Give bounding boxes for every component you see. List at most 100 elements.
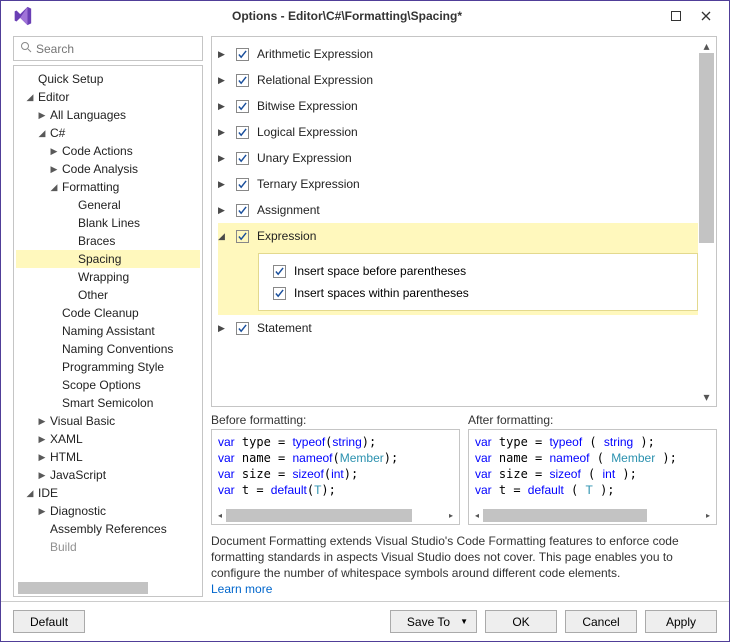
checkbox-checked-icon[interactable] — [236, 230, 249, 243]
tree-item-spacing[interactable]: Spacing — [16, 250, 200, 268]
tree-item-xaml[interactable]: ▶XAML — [16, 430, 200, 448]
expand-icon[interactable]: ▶ — [218, 179, 232, 190]
expand-icon[interactable]: ▶ — [36, 110, 48, 121]
checkbox-checked-icon[interactable] — [273, 265, 286, 278]
cancel-button[interactable]: Cancel — [565, 610, 637, 633]
option-arithmetic[interactable]: ▶Arithmetic Expression — [218, 41, 698, 67]
tree-item-programming-style[interactable]: Programming Style — [16, 358, 200, 376]
tree-item-javascript[interactable]: ▶JavaScript — [16, 466, 200, 484]
before-code: var type = typeof(string); var name = na… — [211, 429, 460, 525]
option-assignment[interactable]: ▶Assignment — [218, 197, 698, 223]
expand-icon[interactable]: ▶ — [36, 416, 48, 427]
close-button[interactable] — [691, 2, 721, 30]
preview-panels: Before formatting: var type = typeof(str… — [211, 413, 717, 525]
collapse-icon[interactable]: ◢ — [24, 488, 36, 499]
tree-item-assembly-references[interactable]: Assembly References — [16, 520, 200, 538]
tree-item-scope-options[interactable]: Scope Options — [16, 376, 200, 394]
tree-item-html[interactable]: ▶HTML — [16, 448, 200, 466]
option-ternary[interactable]: ▶Ternary Expression — [218, 171, 698, 197]
vs-logo-icon — [11, 5, 33, 27]
checkbox-checked-icon[interactable] — [236, 178, 249, 191]
after-horizontal-scrollbar[interactable]: ◂▸ — [471, 509, 714, 522]
collapse-icon[interactable]: ◢ — [36, 128, 48, 139]
option-relational[interactable]: ▶Relational Expression — [218, 67, 698, 93]
tree-item-code-cleanup[interactable]: Code Cleanup — [16, 304, 200, 322]
expand-icon[interactable]: ▶ — [218, 49, 232, 60]
expand-icon[interactable]: ▶ — [48, 146, 60, 157]
checkbox-checked-icon[interactable] — [236, 204, 249, 217]
expand-icon[interactable]: ▶ — [218, 323, 232, 334]
option-insert-before-parens[interactable]: Insert space before parentheses — [269, 260, 687, 282]
scroll-left-icon[interactable]: ◂ — [214, 511, 226, 520]
checkbox-checked-icon[interactable] — [273, 287, 286, 300]
tree-item-ide[interactable]: ◢IDE — [16, 484, 200, 502]
tree-item-other[interactable]: Other — [16, 286, 200, 304]
collapse-icon[interactable]: ◢ — [24, 92, 36, 103]
ok-button[interactable]: OK — [485, 610, 557, 633]
checkbox-checked-icon[interactable] — [236, 100, 249, 113]
tree-item-quick-setup[interactable]: Quick Setup — [16, 70, 200, 88]
option-bitwise[interactable]: ▶Bitwise Expression — [218, 93, 698, 119]
checkbox-checked-icon[interactable] — [236, 322, 249, 335]
tree-item-build[interactable]: Build — [16, 538, 200, 556]
checkbox-checked-icon[interactable] — [236, 152, 249, 165]
collapse-icon[interactable]: ◢ — [218, 231, 232, 242]
tree-item-diagnostic[interactable]: ▶Diagnostic — [16, 502, 200, 520]
option-statement[interactable]: ▶Statement — [218, 315, 698, 341]
scroll-down-icon[interactable]: ▾ — [699, 390, 714, 404]
tree-horizontal-scrollbar[interactable] — [18, 582, 186, 594]
option-logical[interactable]: ▶Logical Expression — [218, 119, 698, 145]
tree-item-blank-lines[interactable]: Blank Lines — [16, 214, 200, 232]
option-unary[interactable]: ▶Unary Expression — [218, 145, 698, 171]
apply-button[interactable]: Apply — [645, 610, 717, 633]
expand-icon[interactable]: ▶ — [218, 205, 232, 216]
option-expression[interactable]: ◢Expression — [218, 223, 698, 249]
before-horizontal-scrollbar[interactable]: ◂▸ — [214, 509, 457, 522]
options-vertical-scrollbar[interactable]: ▴ ▾ — [699, 39, 714, 404]
tree-item-csharp[interactable]: ◢C# — [16, 124, 200, 142]
scroll-right-icon[interactable]: ▸ — [445, 511, 457, 520]
default-button[interactable]: Default — [13, 610, 85, 633]
learn-more-link[interactable]: Learn more — [211, 582, 272, 596]
expand-icon[interactable]: ▶ — [36, 452, 48, 463]
scroll-right-icon[interactable]: ▸ — [702, 511, 714, 520]
expand-icon[interactable]: ▶ — [218, 75, 232, 86]
tree-item-general[interactable]: General — [16, 196, 200, 214]
expand-icon[interactable]: ▶ — [36, 470, 48, 481]
options-dialog: Options - Editor\C#\Formatting\Spacing* … — [0, 0, 730, 642]
tree-item-wrapping[interactable]: Wrapping — [16, 268, 200, 286]
expand-icon[interactable]: ▶ — [36, 506, 48, 517]
tree-item-naming-assistant[interactable]: Naming Assistant — [16, 322, 200, 340]
maximize-button[interactable] — [661, 2, 691, 30]
after-column: After formatting: var type = typeof ( st… — [468, 413, 717, 525]
expand-icon[interactable]: ▶ — [218, 127, 232, 138]
tree-item-visual-basic[interactable]: ▶Visual Basic — [16, 412, 200, 430]
tree-item-formatting[interactable]: ◢Formatting — [16, 178, 200, 196]
tree-item-all-languages[interactable]: ▶All Languages — [16, 106, 200, 124]
expand-icon[interactable]: ▶ — [48, 164, 60, 175]
expand-icon[interactable]: ▶ — [218, 101, 232, 112]
tree-item-smart-semicolon[interactable]: Smart Semicolon — [16, 394, 200, 412]
checkbox-checked-icon[interactable] — [236, 48, 249, 61]
search-box[interactable] — [13, 36, 203, 61]
options-tree[interactable]: Quick Setup ◢Editor ▶All Languages ◢C# ▶… — [13, 65, 203, 597]
collapse-icon[interactable]: ◢ — [48, 182, 60, 193]
save-to-button[interactable]: Save To▼ — [390, 610, 477, 633]
option-insert-within-parens[interactable]: Insert spaces within parentheses — [269, 282, 687, 304]
expand-icon[interactable]: ▶ — [218, 153, 232, 164]
tree-item-code-actions[interactable]: ▶Code Actions — [16, 142, 200, 160]
checkbox-checked-icon[interactable] — [236, 126, 249, 139]
scroll-left-icon[interactable]: ◂ — [471, 511, 483, 520]
tree-item-braces[interactable]: Braces — [16, 232, 200, 250]
window-title: Options - Editor\C#\Formatting\Spacing* — [33, 9, 661, 23]
tree-item-code-analysis[interactable]: ▶Code Analysis — [16, 160, 200, 178]
tree-item-naming-conventions[interactable]: Naming Conventions — [16, 340, 200, 358]
scroll-up-icon[interactable]: ▴ — [699, 39, 714, 53]
expression-suboptions: Insert space before parentheses Insert s… — [218, 249, 698, 315]
dropdown-icon: ▼ — [460, 617, 468, 626]
code-sample: var type = typeof(string); var name = na… — [212, 430, 459, 502]
checkbox-checked-icon[interactable] — [236, 74, 249, 87]
search-input[interactable] — [36, 42, 196, 56]
expand-icon[interactable]: ▶ — [36, 434, 48, 445]
tree-item-editor[interactable]: ◢Editor — [16, 88, 200, 106]
